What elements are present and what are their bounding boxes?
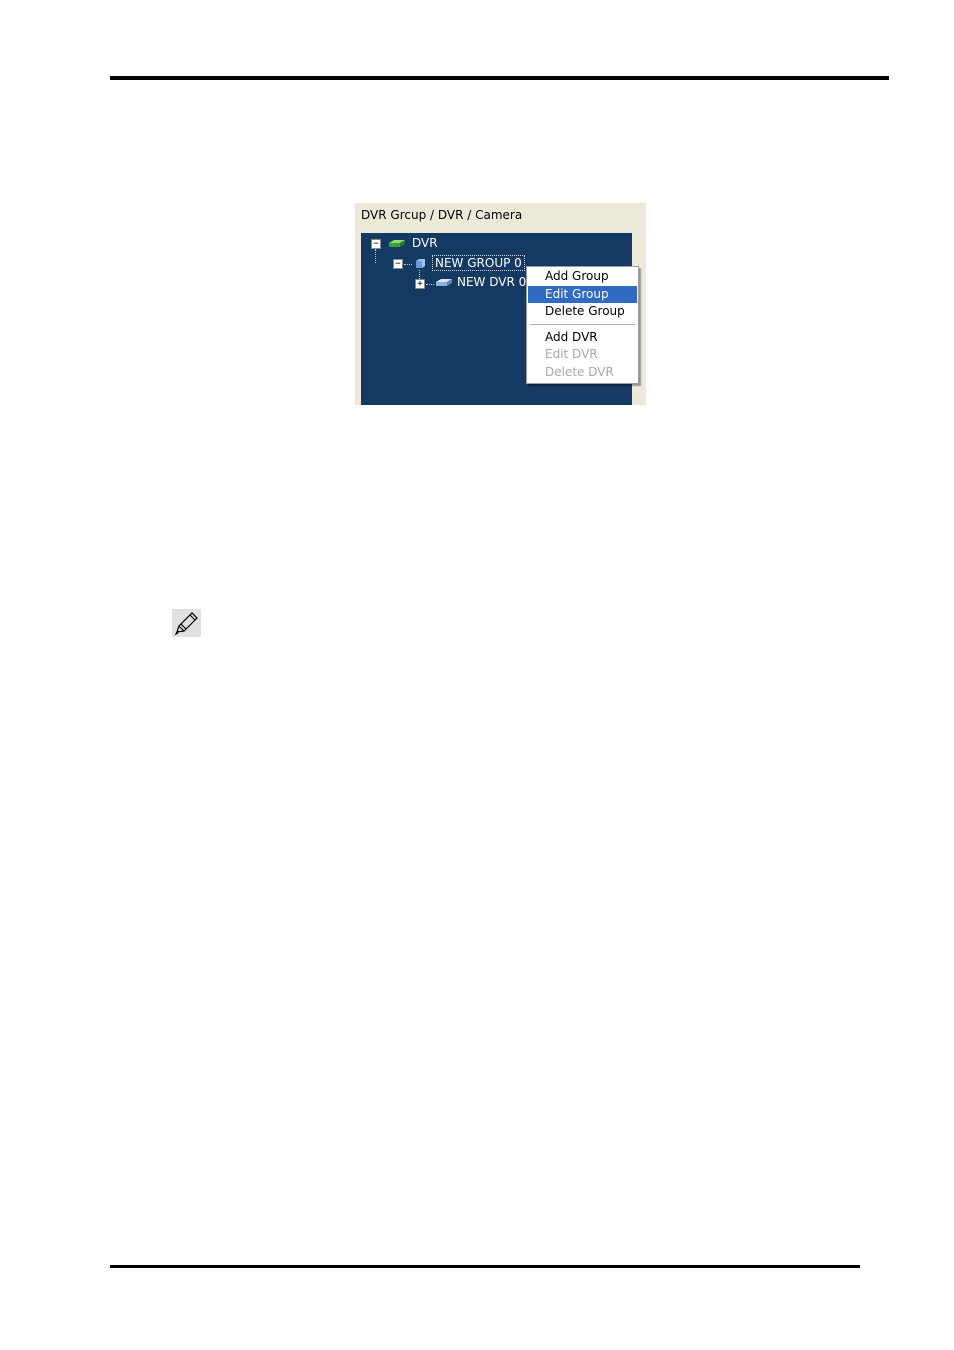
folder-icon (416, 259, 425, 268)
menu-item-add-dvr[interactable]: Add DVR (528, 329, 637, 346)
menu-item-edit-dvr: Edit DVR (545, 347, 598, 361)
menu-separator (530, 324, 635, 325)
menu-item-add-group[interactable]: Add Group (528, 268, 637, 285)
panel-title: DVR Grcup / DVR / Camera (361, 208, 523, 222)
menu-item-delete-group[interactable]: Delete Group (528, 303, 637, 320)
tree-node-root[interactable]: DVR (412, 236, 438, 250)
tree-node-dvr[interactable]: NEW DVR 0 (457, 275, 526, 289)
menu-item-edit-group[interactable]: Edit Group (528, 286, 637, 303)
collapse-icon[interactable]: − (393, 259, 403, 269)
dvr-green-icon (389, 240, 405, 247)
footer-rule (110, 1265, 860, 1268)
pencil-note-icon (172, 609, 201, 637)
tree-node-group[interactable]: NEW GROUP 0 (432, 255, 525, 271)
dvr-device-icon (436, 279, 452, 286)
collapse-icon[interactable]: − (371, 239, 381, 249)
tree-connector (404, 264, 412, 266)
expand-icon[interactable]: + (415, 279, 425, 289)
menu-item-delete-dvr: Delete DVR (545, 365, 614, 379)
context-menu: Add Group Edit Group Delete Group Add DV… (526, 266, 639, 384)
tree-connector (426, 284, 434, 286)
header-rule (110, 76, 889, 80)
tree-connector (375, 249, 377, 263)
